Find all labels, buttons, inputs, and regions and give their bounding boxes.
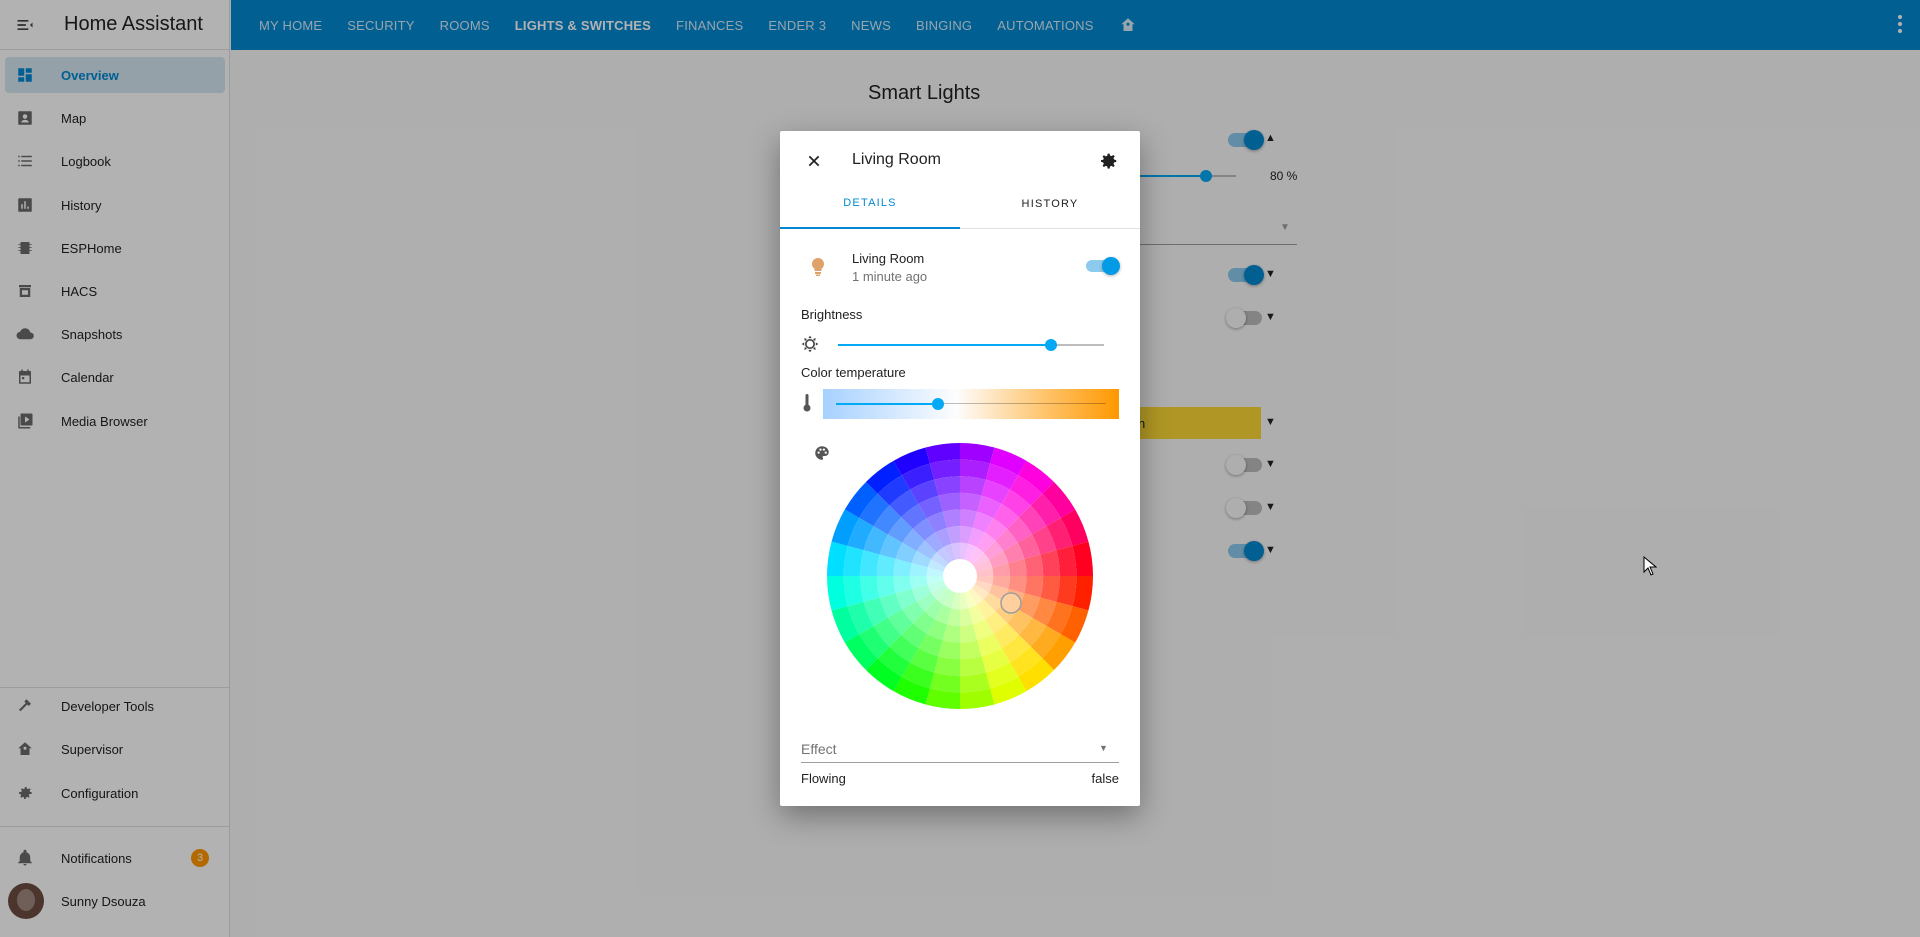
color-wheel-marker[interactable]: [1000, 592, 1022, 614]
entity-toggle[interactable]: [1086, 257, 1120, 275]
brightness-slider-thumb[interactable]: [1045, 339, 1057, 351]
color-temperature-slider[interactable]: [823, 389, 1119, 419]
color-wheel-center: [943, 559, 977, 593]
settings-gear-icon[interactable]: [1097, 150, 1119, 177]
brightness-slider-fill: [838, 344, 1051, 346]
tab-history[interactable]: HISTORY: [960, 179, 1140, 229]
color-wheel-segment[interactable]: [860, 576, 880, 602]
effect-select-label[interactable]: Effect: [801, 741, 837, 757]
color-wheel-segment[interactable]: [960, 656, 986, 676]
thermometer-icon: [802, 393, 812, 418]
dialog-title: Living Room: [852, 151, 941, 168]
tab-details[interactable]: DETAILS: [780, 179, 960, 229]
color-wheel-segment[interactable]: [1040, 576, 1060, 602]
color-wheel-segment[interactable]: [934, 656, 960, 676]
dropdown-arrow-icon[interactable]: ▼: [1099, 743, 1108, 753]
color-wheel-segment[interactable]: [1040, 550, 1060, 576]
close-icon[interactable]: [804, 151, 824, 171]
color-temperature-thumb[interactable]: [932, 398, 944, 410]
effect-select[interactable]: [801, 762, 1119, 763]
color-wheel-segment[interactable]: [934, 476, 960, 496]
attribute-key: Flowing: [801, 771, 846, 786]
brightness-label: Brightness: [801, 307, 863, 322]
dialog-tabs: DETAILS HISTORY: [780, 179, 1140, 229]
lightbulb-icon: [810, 257, 826, 282]
brightness-icon: [800, 334, 820, 359]
color-temperature-fill: [836, 403, 933, 405]
entity-name: Living Room: [852, 251, 925, 266]
attribute-value: false: [1091, 771, 1119, 786]
more-info-dialog: Living Room DETAILS HISTORY Living Room …: [780, 131, 1140, 806]
color-wheel-segment[interactable]: [960, 476, 986, 496]
color-wheel[interactable]: [817, 433, 1103, 719]
mouse-cursor-icon: [1643, 556, 1657, 576]
entity-last-changed: 1 minute ago: [852, 269, 928, 284]
color-wheel-segment[interactable]: [860, 550, 880, 576]
color-temperature-label: Color temperature: [801, 365, 906, 380]
